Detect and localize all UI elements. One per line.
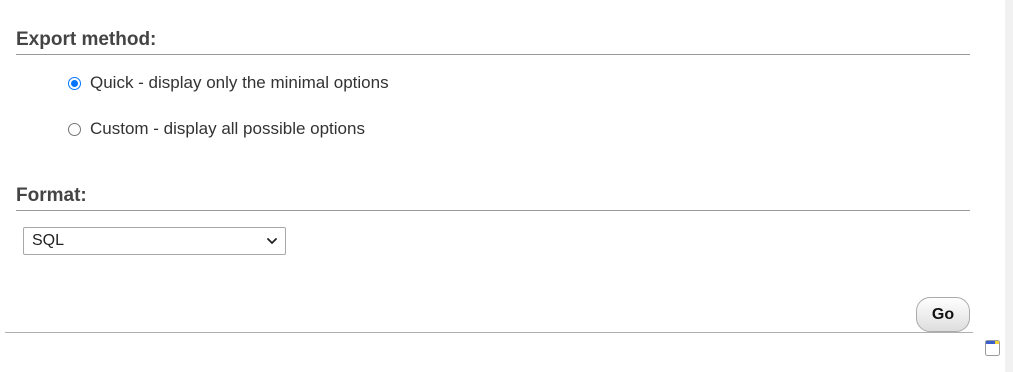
custom-radio[interactable] <box>68 122 81 136</box>
export-method-heading: Export method: <box>16 29 970 55</box>
notes-icon[interactable] <box>985 340 1000 356</box>
format-heading: Format: <box>16 185 970 211</box>
chevron-down-icon <box>266 235 278 247</box>
custom-export-option[interactable]: Custom - display all possible options <box>66 118 365 140</box>
go-button[interactable]: Go <box>916 297 970 332</box>
quick-export-option[interactable]: Quick - display only the minimal options <box>66 72 389 94</box>
format-select[interactable]: SQL <box>23 227 286 255</box>
format-select-value: SQL <box>32 232 65 249</box>
quick-option-label: Quick - display only the minimal options <box>90 73 389 92</box>
export-page: Export method: Quick - display only the … <box>0 0 1013 372</box>
footer-divider <box>5 332 973 333</box>
scrollbar-track[interactable] <box>1005 0 1013 372</box>
quick-radio[interactable] <box>68 76 81 90</box>
custom-option-label: Custom - display all possible options <box>90 119 365 138</box>
